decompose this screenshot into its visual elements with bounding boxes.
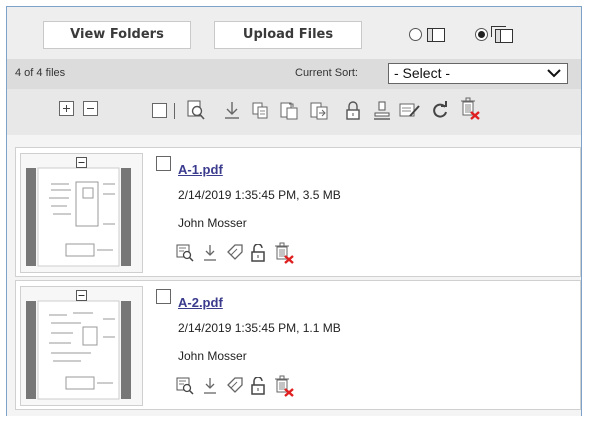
collapse-icon[interactable]: [83, 101, 98, 116]
file-name-link[interactable]: A-1.pdf: [178, 162, 223, 177]
file-owner: John Mosser: [178, 216, 247, 230]
expand-icon[interactable]: [59, 101, 74, 116]
file-checkbox[interactable]: [156, 289, 171, 304]
file-date-size: 2/14/2019 1:35:45 PM, 3.5 MB: [178, 188, 341, 202]
file-list: A-1.pdf 2/14/2019 1:35:45 PM, 3.5 MB Joh…: [7, 135, 581, 416]
chevron-down-icon: [547, 69, 561, 78]
upload-files-button[interactable]: Upload Files: [214, 21, 362, 49]
view-list-radio[interactable]: [409, 28, 422, 41]
download-icon[interactable]: [223, 101, 241, 121]
toolbar-divider: [174, 103, 175, 119]
unlock-icon[interactable]: [251, 377, 265, 395]
move-icon[interactable]: [279, 101, 299, 121]
list-view-icon: [427, 28, 445, 42]
view-icon[interactable]: [176, 244, 194, 262]
file-owner: John Mosser: [178, 349, 247, 363]
file-manager-panel: View Folders Upload Files 4 of 4 files C…: [6, 6, 582, 416]
file-checkbox[interactable]: [156, 156, 171, 171]
file-thumbnail[interactable]: [20, 153, 143, 273]
import-icon[interactable]: [309, 101, 329, 121]
stamp-icon[interactable]: [372, 101, 392, 121]
refresh-icon[interactable]: [431, 101, 449, 119]
download-icon[interactable]: [202, 377, 218, 395]
file-card: A-1.pdf 2/14/2019 1:35:45 PM, 3.5 MB Joh…: [15, 147, 581, 277]
view-icon[interactable]: [176, 377, 194, 395]
copy-icon[interactable]: [251, 101, 269, 121]
top-bar: View Folders Upload Files: [7, 7, 581, 59]
sort-select-value: - Select -: [394, 65, 451, 81]
file-date-size: 2/14/2019 1:35:45 PM, 1.1 MB: [178, 321, 341, 335]
sort-select[interactable]: - Select -: [388, 63, 568, 84]
unlock-icon[interactable]: [251, 244, 265, 262]
file-card: A-2.pdf 2/14/2019 1:35:45 PM, 1.1 MB Joh…: [15, 280, 581, 410]
lock-icon[interactable]: [345, 101, 361, 121]
file-count: 4 of 4 files: [15, 67, 66, 79]
edit-icon[interactable]: [399, 101, 421, 121]
delete-icon[interactable]: [459, 97, 481, 121]
thumbnail-view-icon: [491, 26, 513, 43]
view-thumbnail-radio[interactable]: [475, 28, 488, 41]
collapse-icon[interactable]: [76, 290, 87, 301]
view-folders-button[interactable]: View Folders: [43, 21, 191, 49]
collapse-icon[interactable]: [76, 157, 87, 168]
tag-icon[interactable]: [226, 377, 244, 395]
file-thumbnail[interactable]: [20, 286, 143, 406]
status-bar: 4 of 4 files Current Sort: - Select -: [7, 59, 581, 89]
sort-label: Current Sort:: [295, 67, 358, 79]
select-all-checkbox[interactable]: [152, 103, 167, 118]
file-name-link[interactable]: A-2.pdf: [178, 295, 223, 310]
delete-icon[interactable]: [273, 242, 295, 264]
tag-icon[interactable]: [226, 244, 244, 262]
action-toolbar: [7, 89, 581, 135]
delete-icon[interactable]: [273, 375, 295, 397]
search-document-icon[interactable]: [185, 99, 207, 121]
download-icon[interactable]: [202, 244, 218, 262]
